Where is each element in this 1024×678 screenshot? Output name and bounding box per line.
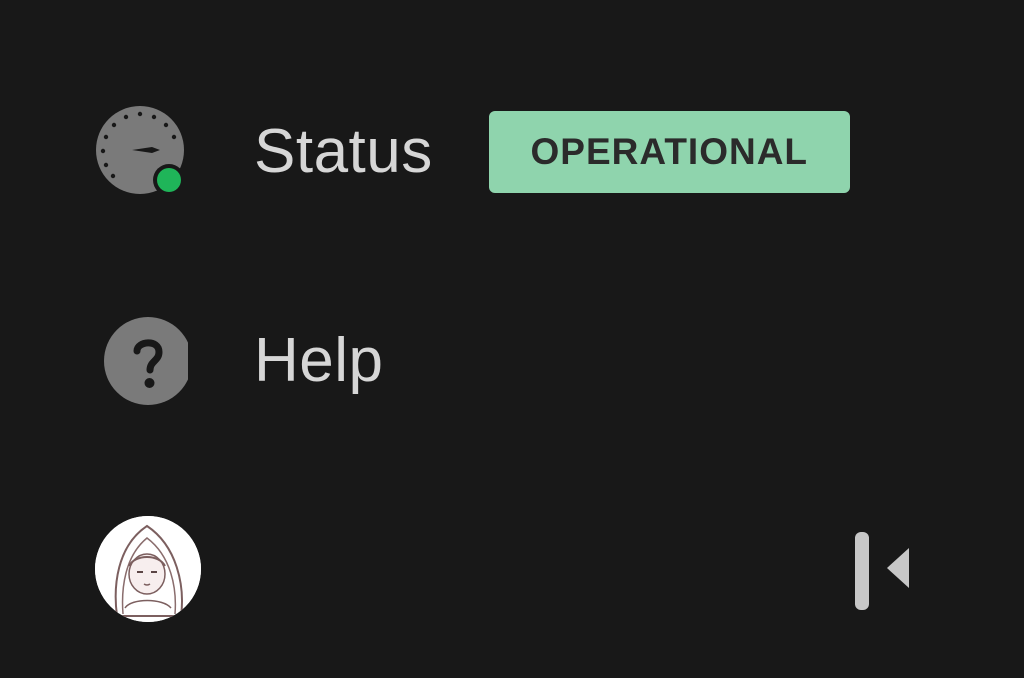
sidebar-footer: Status OPERATIONAL Help <box>0 0 1024 678</box>
sidebar-item-label: Help <box>254 326 384 395</box>
sidebar-item-label: Status <box>254 117 433 186</box>
sidebar-item-help[interactable]: Help <box>96 314 384 408</box>
avatar[interactable] <box>95 516 201 622</box>
speedometer-icon <box>96 106 200 198</box>
question-circle-icon <box>96 315 200 407</box>
sidebar-item-status[interactable]: Status OPERATIONAL <box>96 104 850 200</box>
status-badge: OPERATIONAL <box>488 111 850 193</box>
collapse-sidebar-icon <box>855 532 909 610</box>
collapse-sidebar-button[interactable] <box>840 524 920 616</box>
user-avatar-image <box>95 516 201 622</box>
